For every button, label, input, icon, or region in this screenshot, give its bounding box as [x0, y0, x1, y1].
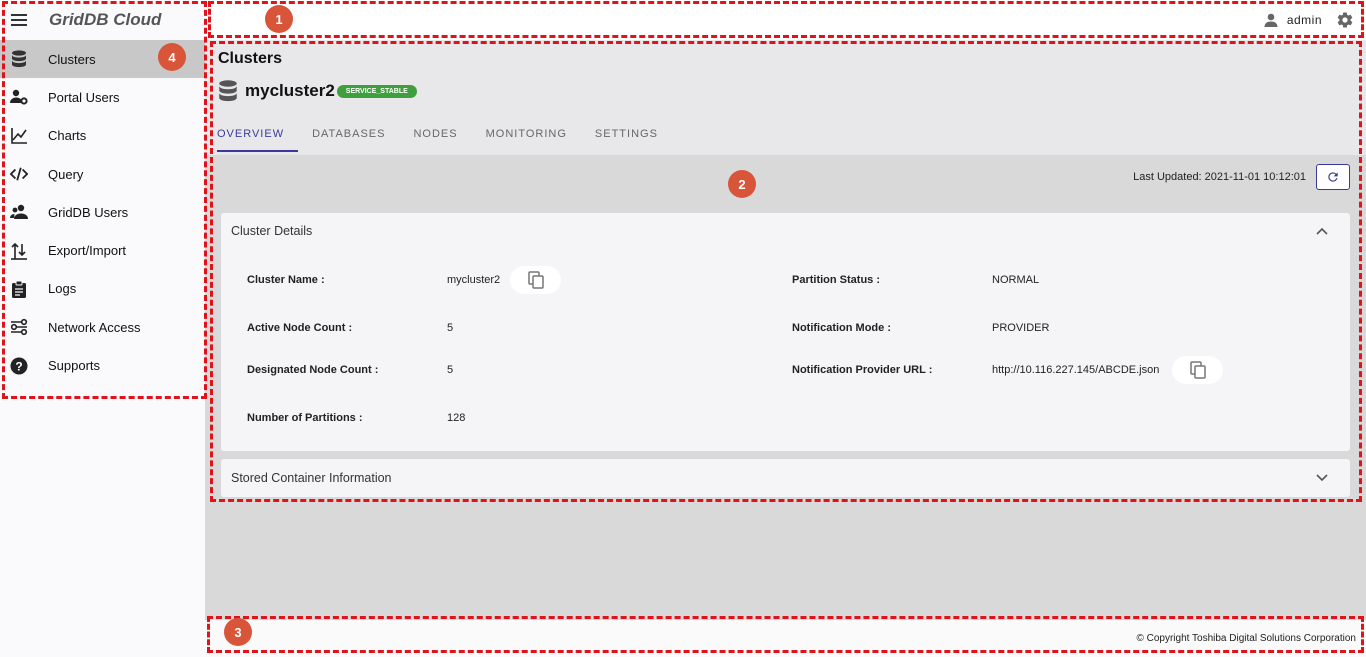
sidebar-item-charts[interactable]: Charts	[0, 117, 205, 155]
copy-icon	[527, 271, 544, 289]
gear-icon[interactable]	[1336, 11, 1354, 29]
panel-title: Cluster Details	[231, 224, 313, 238]
tab-nodes[interactable]: NODES	[413, 120, 471, 152]
last-updated: Last Updated: 2021-11-01 10:12:01	[1133, 171, 1306, 183]
sidebar-item-query[interactable]: Query	[0, 155, 205, 193]
sidebar-header: GridDB Cloud	[0, 0, 205, 40]
annotation-marker-4: 4	[158, 43, 186, 71]
database-icon	[219, 80, 237, 102]
sidebar-item-logs[interactable]: Logs	[0, 270, 205, 308]
provider-url-value: http://10.116.227.145/ABCDE.json	[992, 364, 1160, 376]
cluster-title-row: mycluster2 SERVICE_STABLE	[218, 79, 417, 103]
user-menu[interactable]: admin	[1264, 13, 1322, 27]
username: admin	[1286, 13, 1322, 27]
tab-overview[interactable]: OVERVIEW	[217, 120, 299, 152]
sidebar-item-supports[interactable]: ? Supports	[0, 346, 205, 384]
page-title: Clusters	[218, 50, 283, 67]
sidebar-item-label: Portal Users	[48, 89, 120, 105]
cluster-details-panel: Cluster Details Cluster Name : mycluster…	[221, 213, 1350, 451]
active-node-count-value: 5	[447, 322, 454, 334]
cluster-name-value: mycluster2	[447, 274, 501, 286]
sidebar-item-label: Network Access	[48, 319, 141, 335]
partition-status-label: Partition Status :	[792, 274, 881, 286]
stored-container-panel: Stored Container Information	[221, 459, 1350, 497]
sidebar-item-label: Export/Import	[48, 243, 127, 259]
sidebar-item-griddb-users[interactable]: GridDB Users	[0, 193, 205, 231]
users-icon	[10, 203, 28, 221]
copy-provider-url-button[interactable]	[1172, 356, 1223, 384]
sidebar-nav: Clusters Portal Users Charts Query GridD…	[0, 40, 205, 385]
sidebar-item-label: Logs	[48, 281, 77, 297]
top-bar: admin	[205, 0, 1366, 40]
cluster-name: mycluster2	[245, 81, 335, 100]
network-icon	[10, 318, 28, 336]
user-icon	[1264, 13, 1278, 27]
designated-node-count-label: Designated Node Count :	[247, 364, 379, 376]
copyright-text: © Copyright Toshiba Digital Solutions Co…	[1136, 633, 1356, 644]
designated-node-count-value: 5	[447, 364, 454, 376]
partitions-label: Number of Partitions :	[247, 412, 363, 424]
tab-monitoring[interactable]: MONITORING	[486, 120, 581, 152]
app-brand: GridDB Cloud	[49, 10, 162, 29]
tab-settings[interactable]: SETTINGS	[595, 120, 672, 152]
tab-bar: OVERVIEW DATABASES NODES MONITORING SETT…	[217, 120, 686, 152]
notification-mode-label: Notification Mode :	[792, 322, 891, 334]
help-icon: ?	[10, 357, 28, 375]
annotation-marker-1: 1	[265, 5, 293, 33]
sidebar-item-label: Query	[48, 166, 84, 182]
partition-status-value: NORMAL	[992, 274, 1040, 286]
active-node-count-label: Active Node Count :	[247, 322, 353, 334]
cluster-details-header[interactable]: Cluster Details	[221, 213, 1350, 249]
refresh-button[interactable]	[1316, 164, 1350, 190]
clipboard-icon	[10, 280, 28, 298]
annotation-marker-2: 2	[728, 170, 756, 198]
sidebar-item-export-import[interactable]: Export/Import	[0, 231, 205, 269]
notification-mode-value: PROVIDER	[992, 322, 1050, 334]
provider-url-label: Notification Provider URL :	[792, 364, 933, 376]
database-icon	[10, 50, 28, 68]
chevron-up-icon[interactable]	[1316, 227, 1328, 235]
sidebar-item-label: Supports	[48, 358, 101, 374]
copy-icon	[1189, 361, 1206, 379]
sidebar: GridDB Cloud Clusters Portal Users Chart…	[0, 0, 205, 657]
cluster-header: Clusters mycluster2 SERVICE_STABLE OVERV…	[205, 40, 1366, 155]
cluster-name-label: Cluster Name :	[247, 274, 325, 286]
stored-container-header[interactable]: Stored Container Information	[221, 459, 1350, 497]
sidebar-item-label: Clusters	[48, 51, 96, 67]
tab-databases[interactable]: DATABASES	[312, 120, 399, 152]
sidebar-item-network-access[interactable]: Network Access	[0, 308, 205, 346]
export-import-icon	[10, 242, 28, 260]
sidebar-item-label: GridDB Users	[48, 204, 129, 220]
footer: © Copyright Toshiba Digital Solutions Co…	[205, 620, 1366, 657]
refresh-icon	[1328, 172, 1338, 182]
partitions-value: 128	[447, 412, 466, 424]
code-icon	[10, 165, 28, 183]
sidebar-item-portal-users[interactable]: Portal Users	[0, 78, 205, 116]
status-badge: SERVICE_STABLE	[336, 84, 417, 98]
copy-cluster-name-button[interactable]	[510, 266, 561, 294]
menu-icon[interactable]	[11, 14, 27, 26]
sidebar-item-label: Charts	[48, 128, 87, 144]
chevron-down-icon[interactable]	[1316, 474, 1328, 482]
line-chart-icon	[10, 127, 28, 145]
user-cog-icon	[10, 88, 28, 106]
panel-title: Stored Container Information	[231, 471, 392, 485]
annotation-marker-3: 3	[224, 618, 252, 646]
svg-text:?: ?	[15, 359, 22, 373]
